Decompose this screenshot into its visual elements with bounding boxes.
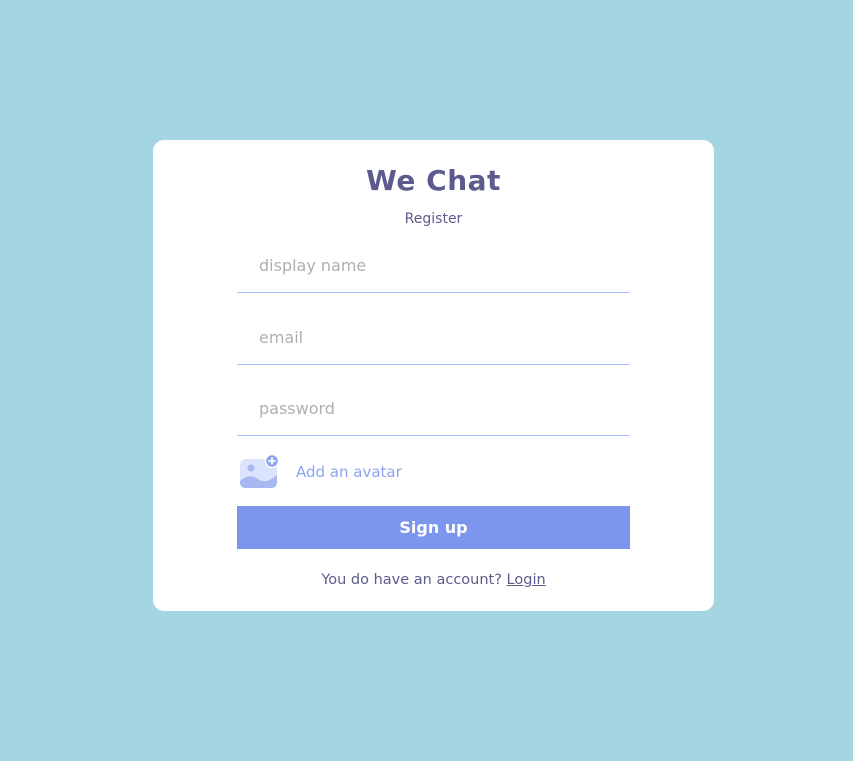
display-name-input[interactable]	[237, 239, 630, 293]
add-avatar-label: Add an avatar	[296, 463, 402, 481]
form-subtitle: Register	[404, 211, 463, 227]
add-avatar-button[interactable]: Add an avatar	[239, 453, 402, 491]
sign-up-button[interactable]: Sign up	[237, 506, 630, 549]
app-logo: We Chat	[366, 164, 501, 197]
password-input[interactable]	[237, 382, 630, 436]
login-prompt-text: You do have an account?	[321, 572, 507, 588]
email-input[interactable]	[237, 311, 630, 365]
login-link[interactable]: Login	[507, 572, 546, 588]
login-prompt: You do have an account? Login	[153, 569, 714, 591]
register-card: We Chat Register Add an avatar Sign up Y…	[153, 140, 714, 611]
add-image-icon	[240, 454, 280, 488]
